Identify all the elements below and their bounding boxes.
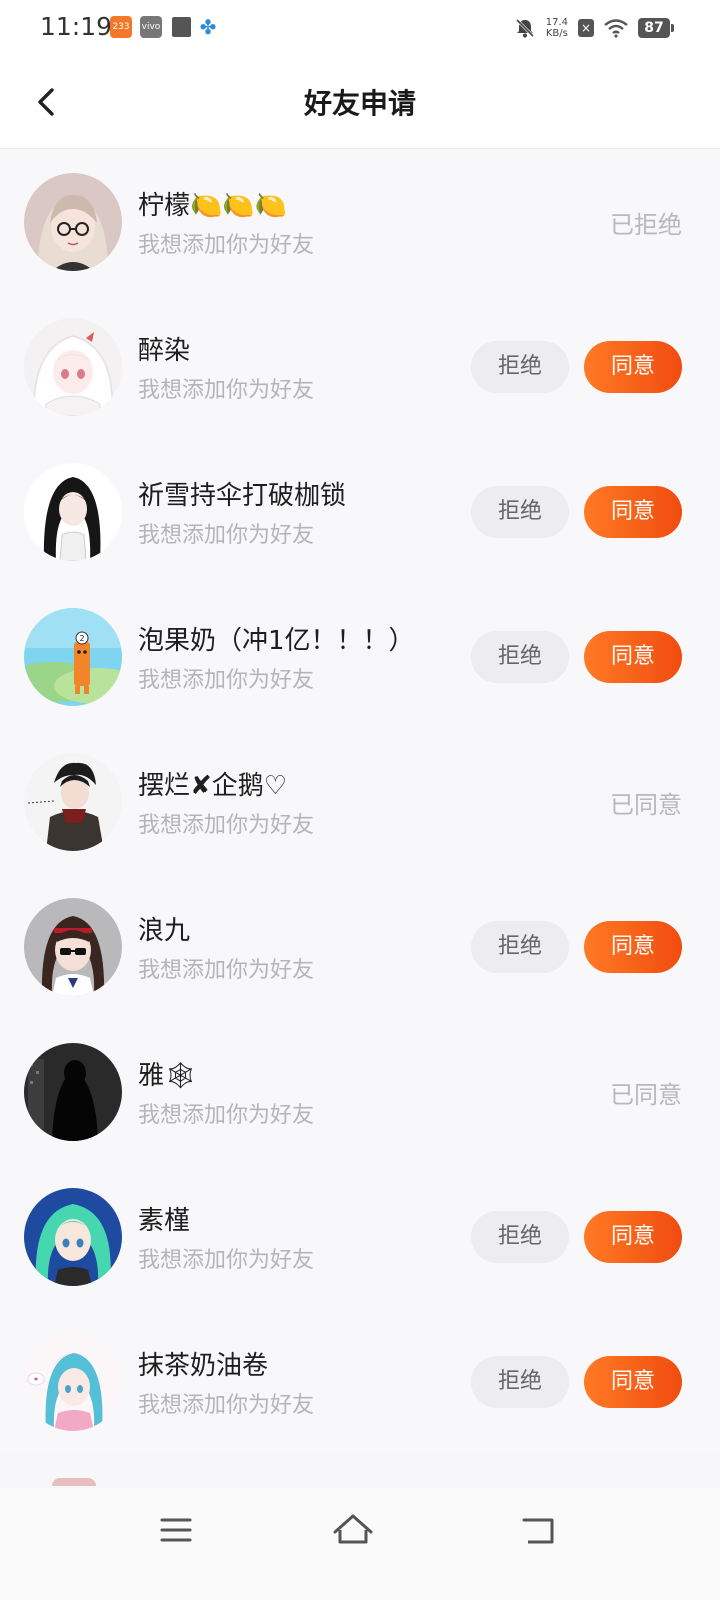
- request-item[interactable]: 祈雪持伞打破枷锁 我想添加你为好友 拒绝 同意: [0, 439, 720, 584]
- request-item[interactable]: 浪九 我想添加你为好友 拒绝 同意: [0, 874, 720, 1019]
- avatar[interactable]: [24, 318, 122, 416]
- request-item[interactable]: 2 泡果奶（冲1亿！！！） 我想添加你为好友 拒绝 同意: [0, 584, 720, 729]
- request-name: 雅🕸: [138, 1061, 198, 1091]
- avatar-image: [24, 1043, 122, 1141]
- request-item[interactable]: 柠檬🍋🍋🍋 我想添加你为好友 已拒绝: [0, 149, 720, 294]
- battery-icon: 87: [638, 18, 674, 38]
- accept-button[interactable]: 同意: [584, 341, 682, 393]
- 233-app-icon: 233: [110, 16, 132, 38]
- request-status: 已同意: [610, 791, 682, 819]
- request-message: 我想添加你为好友: [138, 378, 315, 403]
- avatar[interactable]: [24, 1043, 122, 1141]
- request-name: 泡果奶（冲1亿！！！）: [138, 626, 415, 656]
- avatar[interactable]: 2: [24, 608, 122, 706]
- accept-button[interactable]: 同意: [584, 1356, 682, 1408]
- svg-text:2: 2: [79, 634, 84, 643]
- request-name: 抹茶奶油卷: [138, 1351, 269, 1381]
- request-message: 我想添加你为好友: [138, 813, 315, 838]
- avatar[interactable]: [24, 463, 122, 561]
- reject-button[interactable]: 拒绝: [471, 1211, 569, 1263]
- system-nav-bar: [0, 1488, 720, 1600]
- avatar-image: [24, 1188, 122, 1286]
- accept-button[interactable]: 同意: [584, 486, 682, 538]
- avatar-image: [24, 1333, 122, 1431]
- avatar[interactable]: [24, 898, 122, 996]
- partial-avatar: [52, 1478, 96, 1486]
- reject-button[interactable]: 拒绝: [471, 486, 569, 538]
- request-status: 已同意: [610, 1081, 682, 1109]
- bell-off-icon: [515, 18, 534, 38]
- avatar-image: [24, 173, 122, 271]
- request-item[interactable]: 抹茶奶油卷 我想添加你为好友 拒绝 同意: [0, 1309, 720, 1454]
- net-speed: 17.4 KB/s: [546, 17, 568, 39]
- avatar[interactable]: [24, 1188, 122, 1286]
- request-name: 浪九: [138, 916, 191, 946]
- reject-button[interactable]: 拒绝: [471, 921, 569, 973]
- avatar-image: [24, 898, 122, 996]
- nav-back-button[interactable]: [510, 1508, 570, 1552]
- request-item[interactable]: 素槿 我想添加你为好友 拒绝 同意: [0, 1164, 720, 1309]
- home-button[interactable]: [323, 1508, 383, 1552]
- request-message: 我想添加你为好友: [138, 1103, 315, 1128]
- menu-icon: [160, 1518, 192, 1542]
- avatar[interactable]: [24, 753, 122, 851]
- request-item[interactable]: 雅🕸 我想添加你为好友 已同意: [0, 1019, 720, 1164]
- request-name: 祈雪持伞打破枷锁: [138, 481, 347, 511]
- request-message: 我想添加你为好友: [138, 523, 315, 548]
- request-item[interactable]: 摆烂✘企鹅♡ 我想添加你为好友 已同意: [0, 729, 720, 874]
- request-status: 已拒绝: [610, 211, 682, 239]
- friend-request-list: 柠檬🍋🍋🍋 我想添加你为好友 已拒绝 醉染 我想添加你为好友 拒绝 同意 祈雪持…: [0, 149, 720, 1454]
- request-message: 我想添加你为好友: [138, 958, 315, 983]
- request-name: 柠檬🍋🍋🍋: [138, 191, 288, 221]
- request-message: 我想添加你为好友: [138, 1393, 315, 1418]
- menu-button[interactable]: [146, 1508, 206, 1552]
- request-message: 我想添加你为好友: [138, 233, 315, 258]
- status-indicators: 17.4 KB/s × 87: [514, 14, 674, 42]
- net-speed-value: 17.4: [545, 17, 568, 28]
- back-icon: [522, 1518, 554, 1544]
- no-sim-icon: ×: [578, 19, 594, 37]
- request-name: 素槿: [138, 1206, 191, 1236]
- accept-button[interactable]: 同意: [584, 1211, 682, 1263]
- avatar-image: [24, 753, 122, 851]
- net-speed-unit: KB/s: [545, 28, 568, 39]
- reject-button[interactable]: 拒绝: [471, 1356, 569, 1408]
- avatar[interactable]: [24, 1333, 122, 1431]
- wifi-icon: [604, 19, 628, 38]
- accept-button[interactable]: 同意: [584, 631, 682, 683]
- fan-icon: ✤: [199, 15, 217, 39]
- reject-button[interactable]: 拒绝: [471, 341, 569, 393]
- avatar-image: [24, 318, 122, 416]
- reject-button[interactable]: 拒绝: [471, 631, 569, 683]
- home-icon: [333, 1514, 373, 1544]
- request-name: 摆烂✘企鹅♡: [138, 771, 288, 801]
- square-icon: [172, 17, 191, 37]
- request-name: 醉染: [138, 336, 191, 366]
- request-message: 我想添加你为好友: [138, 1248, 315, 1273]
- status-time: 11:19: [40, 12, 113, 41]
- app-header: 好友申请: [0, 56, 720, 149]
- avatar[interactable]: [24, 173, 122, 271]
- status-bar: 11:19 233 vivo ✤ 17.4 KB/s × 87: [0, 0, 720, 56]
- page-title: 好友申请: [303, 87, 416, 120]
- avatar-image: [24, 463, 122, 561]
- accept-button[interactable]: 同意: [584, 921, 682, 973]
- request-message: 我想添加你为好友: [138, 668, 315, 693]
- avatar-image: 2: [24, 608, 122, 706]
- request-item[interactable]: 醉染 我想添加你为好友 拒绝 同意: [0, 294, 720, 439]
- vivo-icon: vivo: [140, 16, 162, 38]
